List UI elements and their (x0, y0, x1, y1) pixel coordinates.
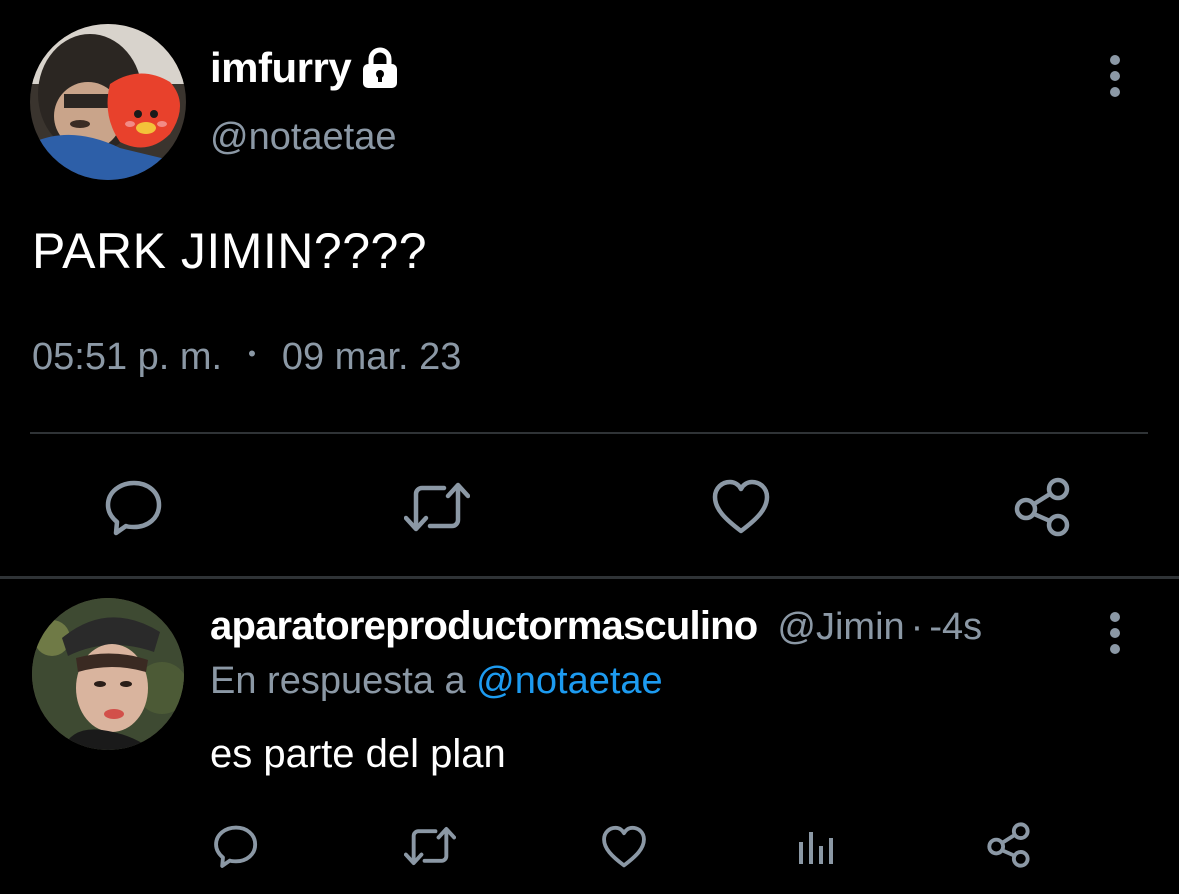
like-icon[interactable] (711, 479, 771, 540)
reply-text: es parte del plan (210, 732, 506, 776)
lock-icon (359, 47, 401, 89)
reply-icon[interactable] (104, 477, 164, 542)
reply-mention-link[interactable]: @notaetae (476, 660, 663, 702)
main-tweet-display-name[interactable]: imfurry (210, 44, 401, 92)
more-options-icon[interactable] (1108, 53, 1122, 99)
tweet-time: 05:51 p. m. (32, 336, 223, 378)
main-tweet-avatar[interactable] (30, 24, 186, 180)
display-name-text: imfurry (210, 44, 352, 91)
share-icon[interactable] (987, 822, 1033, 873)
reply-context: En respuesta a @notaetae (210, 660, 663, 703)
reply-header: aparatoreproductormasculino @Jimin · -4s (210, 604, 982, 649)
tweet-date: 09 mar. 23 (281, 336, 462, 378)
like-icon[interactable] (601, 825, 647, 874)
reply-prefix: En respuesta a (210, 660, 466, 702)
reply-icon[interactable] (213, 823, 259, 874)
reply-avatar[interactable] (32, 598, 184, 750)
divider (0, 576, 1179, 579)
main-tweet-handle[interactable]: @notaetae (210, 116, 397, 159)
reply-handle[interactable]: @Jimin (777, 606, 904, 649)
meta-separator: • (248, 340, 256, 366)
retweet-icon[interactable] (403, 825, 457, 872)
analytics-icon[interactable] (797, 828, 837, 869)
reply-time: -4s (929, 606, 983, 648)
share-icon[interactable] (1014, 477, 1074, 542)
retweet-icon[interactable] (403, 480, 471, 539)
reply-display-name[interactable]: aparatoreproductormasculino (210, 604, 758, 649)
tweet-detail-screen: imfurry @notaetae PARK JIMIN???? 05:51 p… (0, 0, 1179, 894)
reply-separator: · (910, 606, 924, 648)
main-tweet-timestamp: 05:51 p. m. • 09 mar. 23 (32, 336, 461, 379)
reply-more-options-icon[interactable] (1108, 610, 1122, 656)
divider (30, 432, 1148, 434)
main-tweet-text: PARK JIMIN???? (32, 223, 428, 279)
